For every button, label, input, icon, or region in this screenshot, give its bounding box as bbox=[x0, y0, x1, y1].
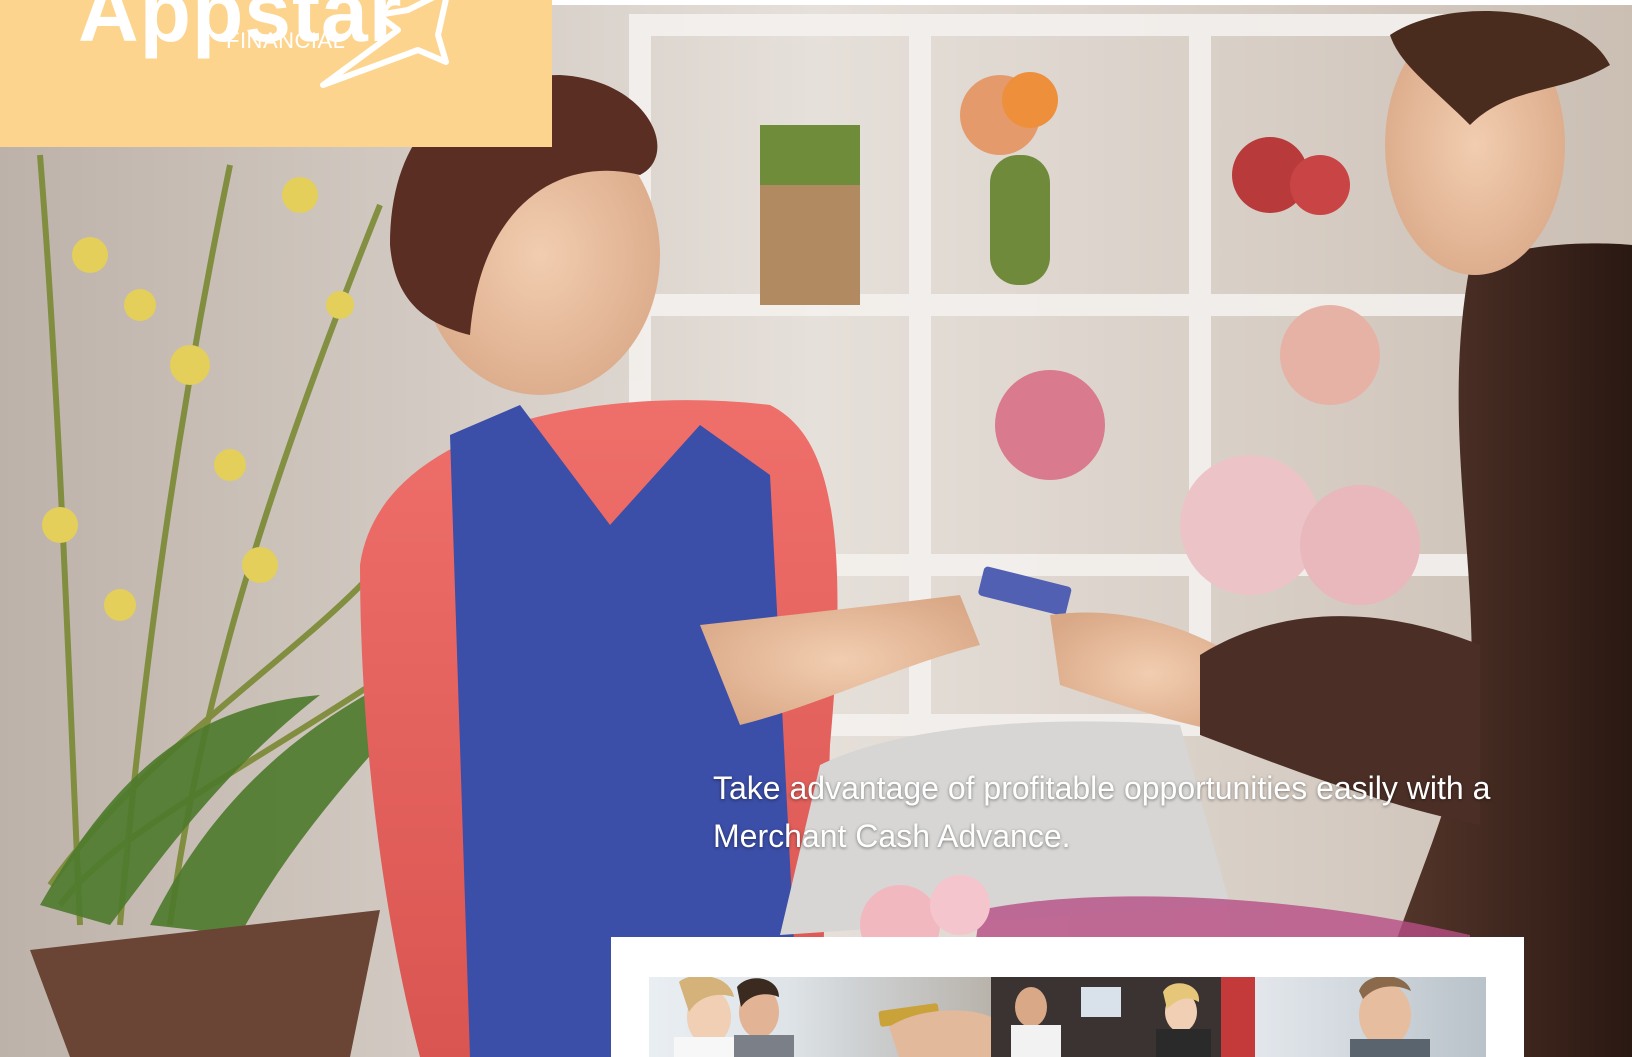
page: Appstar FINANCIAL Take advantage of prof… bbox=[0, 0, 1632, 1057]
hero-image bbox=[0, 5, 1632, 1057]
feature-card bbox=[611, 937, 1524, 1057]
hero-illustration bbox=[0, 5, 1632, 1057]
star-logo-icon bbox=[320, 0, 449, 88]
thumbnail-illustration bbox=[674, 977, 991, 1057]
thumbnail-strip bbox=[649, 977, 1486, 1057]
logo-block[interactable]: Appstar FINANCIAL bbox=[0, 0, 552, 147]
thumbnail-illustration bbox=[1350, 977, 1430, 1057]
thumbnail-couple-card-handoff[interactable] bbox=[649, 977, 991, 1057]
thumbnail-retail-checkout-team[interactable] bbox=[991, 977, 1255, 1057]
hero-tagline: Take advantage of profitable opportuniti… bbox=[713, 770, 1491, 854]
thumbnail-illustration bbox=[991, 977, 1255, 1057]
thumbnail-smiling-business-owner[interactable] bbox=[1255, 977, 1486, 1057]
